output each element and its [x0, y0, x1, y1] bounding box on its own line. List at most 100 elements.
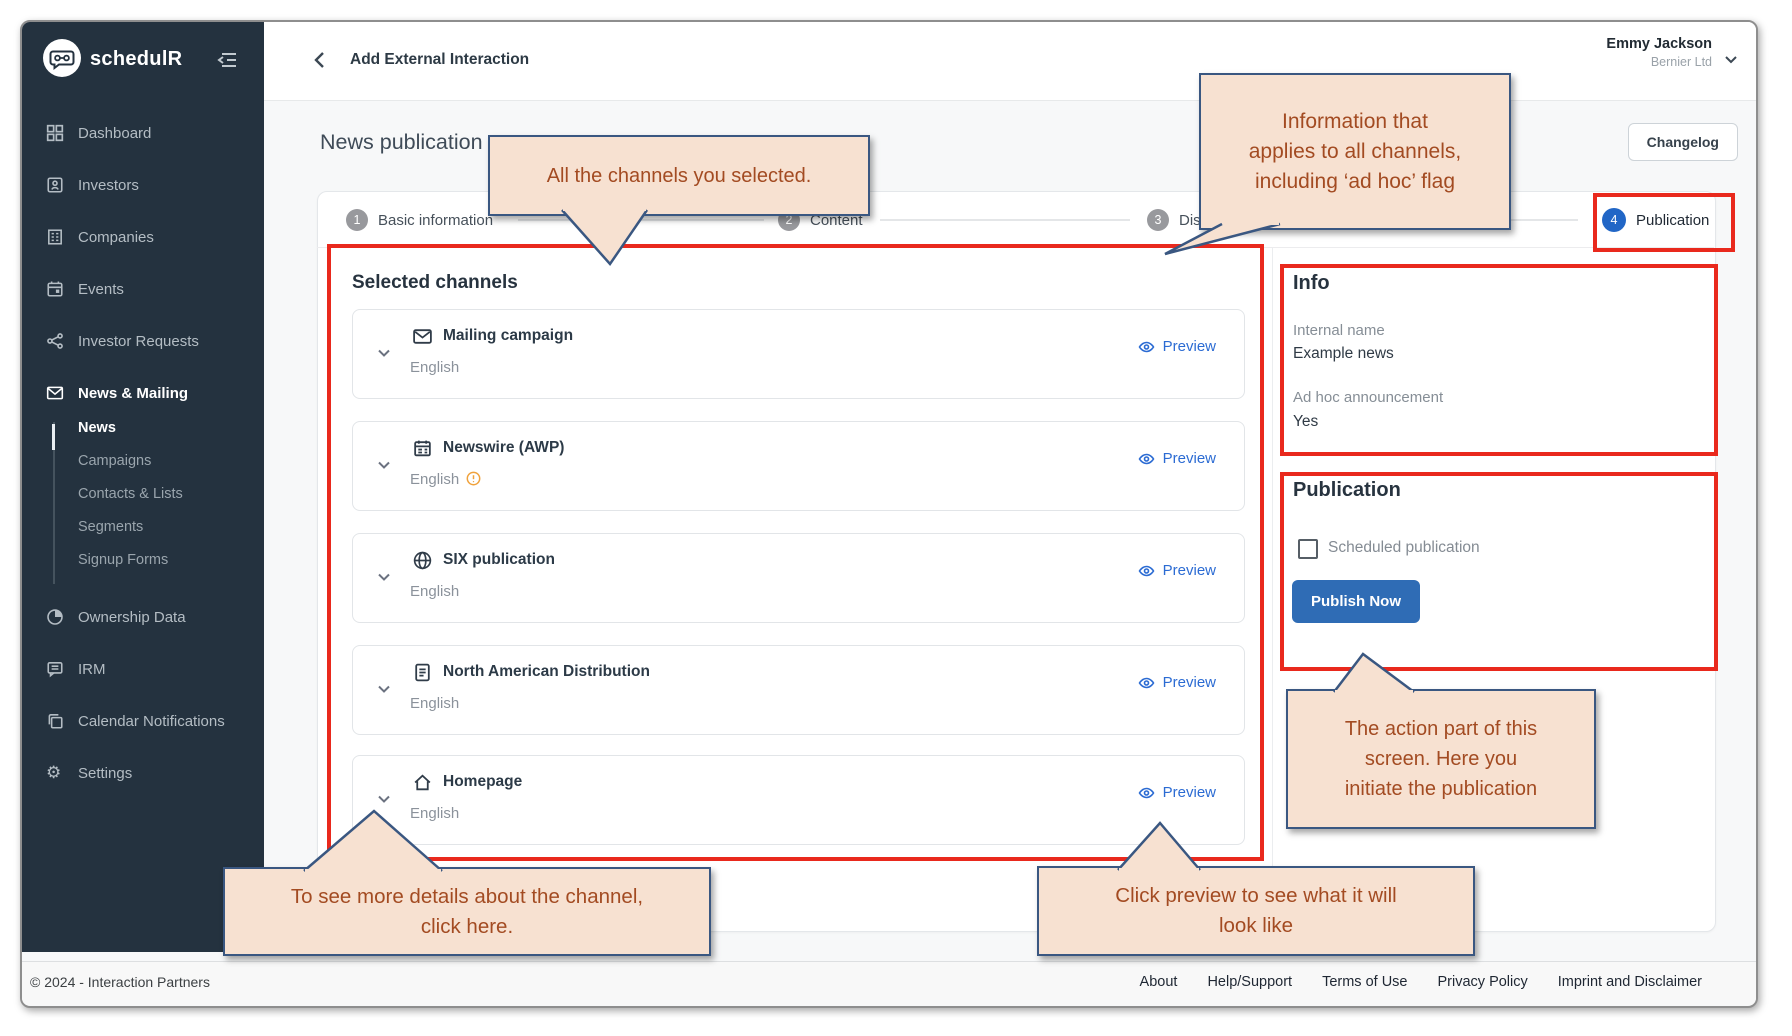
chevron-down-icon[interactable]	[375, 680, 393, 698]
preview-button[interactable]: Preview	[1137, 674, 1216, 691]
home-icon	[412, 772, 433, 793]
step-connector	[880, 219, 1130, 221]
channel-card-six-publication: SIX publication English Preview	[352, 533, 1245, 623]
companies-icon	[46, 228, 64, 246]
footer-link-terms[interactable]: Terms of Use	[1322, 974, 1407, 990]
footer-links: About Help/Support Terms of Use Privacy …	[1140, 974, 1702, 990]
preview-button[interactable]: Preview	[1137, 562, 1216, 579]
publish-now-button[interactable]: Publish Now	[1292, 580, 1420, 623]
globe-icon	[412, 550, 433, 571]
callout-info: Information that applies to all channels…	[1199, 73, 1511, 230]
chevron-down-icon[interactable]	[375, 568, 393, 586]
sidebar-subitem-contacts-lists[interactable]: Contacts & Lists	[78, 486, 248, 512]
preview-button[interactable]: Preview	[1137, 784, 1216, 801]
channel-name: Homepage	[443, 773, 522, 791]
preview-button[interactable]: Preview	[1137, 338, 1216, 355]
column-divider	[1272, 248, 1273, 928]
sidebar-subitem-signup-forms[interactable]: Signup Forms	[78, 552, 248, 578]
publication-heading: Publication	[1293, 479, 1401, 502]
callout-text: Information that	[1282, 107, 1428, 137]
sidebar-item-events[interactable]: Events	[22, 274, 264, 306]
topbar: Add External Interaction Emmy Jackson Be…	[264, 22, 1756, 101]
step-4-circle[interactable]: 4	[1602, 208, 1626, 232]
sidebar-item-label: Investors	[78, 177, 139, 194]
sidebar-subitem-segments[interactable]: Segments	[78, 519, 248, 545]
sidebar-item-label: IRM	[78, 661, 106, 678]
step-3-circle[interactable]: 3	[1147, 209, 1169, 231]
events-icon	[46, 280, 64, 298]
channel-language: English	[410, 695, 459, 712]
sidebar-subitem-news[interactable]: News	[78, 420, 248, 446]
chevron-down-icon[interactable]	[375, 456, 393, 474]
share-icon	[46, 332, 64, 350]
calendar-copy-icon	[46, 712, 64, 730]
sidebar-item-investors[interactable]: Investors	[22, 170, 264, 202]
step-4-label[interactable]: Publication	[1636, 212, 1709, 229]
subnav-active-indicator	[52, 424, 55, 450]
sidebar-item-irm[interactable]: IRM	[22, 654, 264, 686]
internal-name-label: Internal name	[1293, 322, 1385, 339]
channel-language: English	[410, 471, 481, 488]
ad-hoc-value: Yes	[1293, 413, 1318, 431]
sidebar-subitem-campaigns[interactable]: Campaigns	[78, 453, 248, 479]
page-breadcrumb-title: Add External Interaction	[350, 51, 529, 69]
dashboard-icon	[46, 124, 64, 142]
mail-icon	[46, 384, 64, 402]
preview-label: Preview	[1163, 338, 1216, 355]
app-window: schedulR Dashboard Investors Companies E…	[20, 20, 1758, 1008]
chevron-down-icon[interactable]	[375, 344, 393, 362]
info-heading: Info	[1293, 272, 1330, 295]
sidebar-item-dashboard[interactable]: Dashboard	[22, 118, 264, 150]
channel-card-newswire: Newswire (AWP) English Preview	[352, 421, 1245, 511]
user-name: Emmy Jackson	[1606, 36, 1712, 52]
user-company: Bernier Ltd	[1606, 55, 1712, 69]
eye-icon	[1137, 451, 1156, 467]
preview-label: Preview	[1163, 674, 1216, 691]
eye-icon	[1137, 675, 1156, 691]
sidebar-item-label: Dashboard	[78, 125, 151, 142]
sidebar-item-calendar-notifications[interactable]: Calendar Notifications	[22, 706, 264, 738]
brand-logo-icon	[42, 38, 82, 78]
copyright-text: © 2024 - Interaction Partners	[30, 974, 210, 990]
sidebar-item-companies[interactable]: Companies	[22, 222, 264, 254]
step-connector	[518, 219, 764, 221]
preview-label: Preview	[1163, 784, 1216, 801]
page-title: News publication	[320, 130, 483, 155]
sidebar-item-investor-requests[interactable]: Investor Requests	[22, 326, 264, 358]
sidebar-item-ownership-data[interactable]: Ownership Data	[22, 602, 264, 634]
internal-name-value: Example news	[1293, 345, 1394, 363]
investors-icon	[46, 176, 64, 194]
footer-link-help-support[interactable]: Help/Support	[1207, 974, 1292, 990]
footer-link-privacy[interactable]: Privacy Policy	[1438, 974, 1528, 990]
sidebar-item-news-mailing[interactable]: News & Mailing	[22, 378, 264, 410]
sidebar-item-label: Companies	[78, 229, 154, 246]
selected-channels-heading: Selected channels	[352, 272, 518, 294]
callout-action: The action part of this screen. Here you…	[1286, 689, 1596, 829]
back-icon[interactable]	[310, 48, 332, 72]
sidebar-item-settings[interactable]: ⚙ Settings	[22, 758, 264, 790]
callout-text: All the channels you selected.	[547, 161, 812, 191]
chevron-down-icon[interactable]	[1722, 50, 1740, 68]
callout-text: click here.	[421, 912, 513, 942]
sidebar: schedulR Dashboard Investors Companies E…	[22, 22, 264, 952]
sidebar-collapse-icon[interactable]	[214, 48, 240, 72]
callout-text: including ‘ad hoc’ flag	[1255, 167, 1455, 197]
newspaper-icon	[412, 438, 433, 459]
step-1-circle[interactable]: 1	[346, 209, 368, 231]
callout-text: initiate the publication	[1345, 774, 1537, 804]
preview-button[interactable]: Preview	[1137, 450, 1216, 467]
channel-language: English	[410, 805, 459, 822]
user-menu[interactable]: Emmy Jackson Bernier Ltd	[1606, 36, 1712, 69]
callout-text: To see more details about the channel,	[291, 882, 643, 912]
chevron-down-icon[interactable]	[375, 790, 393, 808]
channel-card-mailing-campaign: Mailing campaign English Preview	[352, 309, 1245, 399]
step-1-label[interactable]: Basic information	[378, 212, 493, 229]
channel-language: English	[410, 583, 459, 600]
preview-label: Preview	[1163, 450, 1216, 467]
scheduled-publication-checkbox[interactable]	[1298, 539, 1318, 559]
callout-channels: All the channels you selected.	[488, 135, 870, 216]
pie-chart-icon	[46, 608, 64, 626]
footer-link-about[interactable]: About	[1140, 974, 1178, 990]
changelog-button[interactable]: Changelog	[1628, 123, 1738, 161]
footer-link-imprint[interactable]: Imprint and Disclaimer	[1558, 974, 1702, 990]
